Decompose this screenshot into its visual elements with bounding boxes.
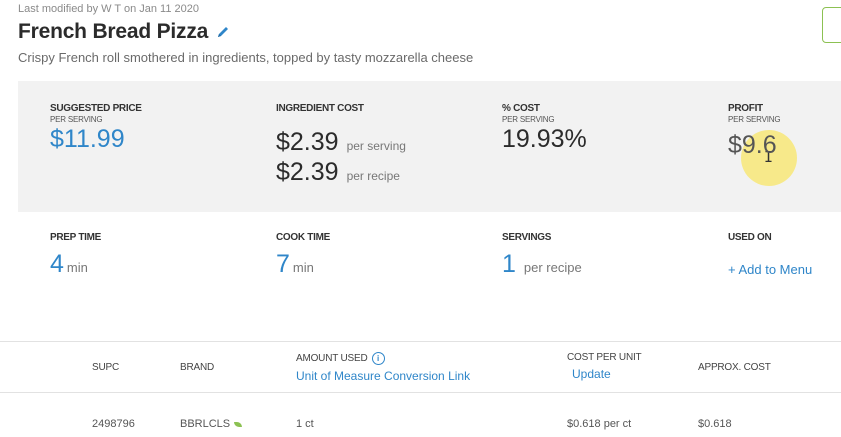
cook-time-value: 7 xyxy=(276,250,290,278)
amount-used-label: AMOUNT USED xyxy=(296,353,368,365)
prep-time-unit: min xyxy=(66,260,88,275)
suggested-price-label: SUGGESTED PRICE xyxy=(50,103,142,114)
row-brand-cell: BBRLCLS xyxy=(180,418,243,430)
used-on-label: USED ON xyxy=(728,232,772,243)
cook-time-stat: COOK TIME 7 min xyxy=(276,232,330,279)
recipe-description: Crispy French roll smothered in ingredie… xyxy=(18,50,474,65)
row-supc: 2498796 xyxy=(92,418,135,430)
cost-per-unit-header: COST PER UNIT Update xyxy=(567,352,642,381)
profit-stat: PROFIT PER SERVING xyxy=(728,103,781,124)
stats-panel: SUGGESTED PRICE PER SERVING $11.99 INGRE… xyxy=(18,81,841,212)
servings-stat: SERVINGS 1 per recipe xyxy=(502,232,582,279)
cost-per-recipe-value: $2.39 xyxy=(276,158,339,186)
servings-unit: per recipe xyxy=(523,260,582,275)
cost-per-serving: $2.39 per serving xyxy=(276,127,406,157)
row-cost-per-unit: $0.618 per ct xyxy=(567,418,632,430)
supc-header[interactable]: SUPC xyxy=(92,362,119,373)
cost-per-recipe: $2.39 per recipe xyxy=(276,157,406,187)
ingredient-cost-label: INGREDIENT COST xyxy=(276,103,364,114)
leaf-icon xyxy=(234,421,243,427)
suggested-price-value[interactable]: $11.99 xyxy=(50,124,142,154)
percent-cost-label: % COST xyxy=(502,103,540,114)
profit-value-wrap: $9.6 xyxy=(728,130,777,160)
percent-cost-sublabel: PER SERVING xyxy=(502,115,555,124)
cook-time-label: COOK TIME xyxy=(276,232,330,243)
add-to-menu-link[interactable]: + Add to Menu xyxy=(728,262,812,277)
servings-value: 1 xyxy=(502,250,516,278)
percent-cost-value: 19.93% xyxy=(502,125,587,153)
cook-time-unit: min xyxy=(292,260,314,275)
ingredients-table-header: SUPC BRAND AMOUNT USED i Unit of Measure … xyxy=(0,341,841,393)
suggested-price-sublabel: PER SERVING xyxy=(50,115,103,124)
servings-label: SERVINGS xyxy=(502,232,552,243)
approx-cost-header[interactable]: APPROX. COST xyxy=(698,362,771,373)
used-on-stat: USED ON + Add to Menu xyxy=(728,232,812,279)
profit-label: PROFIT xyxy=(728,103,763,114)
profit-sublabel: PER SERVING xyxy=(728,115,781,124)
prep-time-stat: PREP TIME 4 min xyxy=(50,232,101,279)
cost-per-recipe-unit: per recipe xyxy=(346,169,400,183)
suggested-price-stat: SUGGESTED PRICE PER SERVING $11.99 xyxy=(50,103,142,154)
profit-value: $9.6 xyxy=(728,131,777,159)
cost-per-unit-label: COST PER UNIT xyxy=(567,352,642,363)
cost-per-serving-unit: per serving xyxy=(346,139,406,153)
pencil-icon[interactable] xyxy=(216,25,230,39)
cost-per-serving-value: $2.39 xyxy=(276,128,339,156)
top-right-button[interactable] xyxy=(822,7,841,43)
prep-time-label: PREP TIME xyxy=(50,232,102,243)
ingredient-cost-stat: INGREDIENT COST $2.39 per serving $2.39 … xyxy=(276,103,406,187)
brand-header[interactable]: BRAND xyxy=(180,362,214,373)
info-icon[interactable]: i xyxy=(371,352,385,365)
row-approx-cost: $0.618 xyxy=(698,418,732,430)
recipe-title: French Bread Pizza xyxy=(18,20,209,43)
title-row: French Bread Pizza xyxy=(18,20,230,44)
percent-cost-stat: % COST PER SERVING 19.93% xyxy=(502,103,587,154)
update-link[interactable]: Update xyxy=(572,367,641,381)
last-modified-text: Last modified by W T on Jan 11 2020 xyxy=(18,3,200,15)
prep-time-value: 4 xyxy=(50,250,64,278)
row-amount: 1 ct xyxy=(296,418,314,430)
row-brand: BBRLCLS xyxy=(180,418,231,430)
unit-conversion-link[interactable]: Unit of Measure Conversion Link xyxy=(296,369,470,383)
amount-used-header: AMOUNT USED i Unit of Measure Conversion … xyxy=(296,352,470,383)
